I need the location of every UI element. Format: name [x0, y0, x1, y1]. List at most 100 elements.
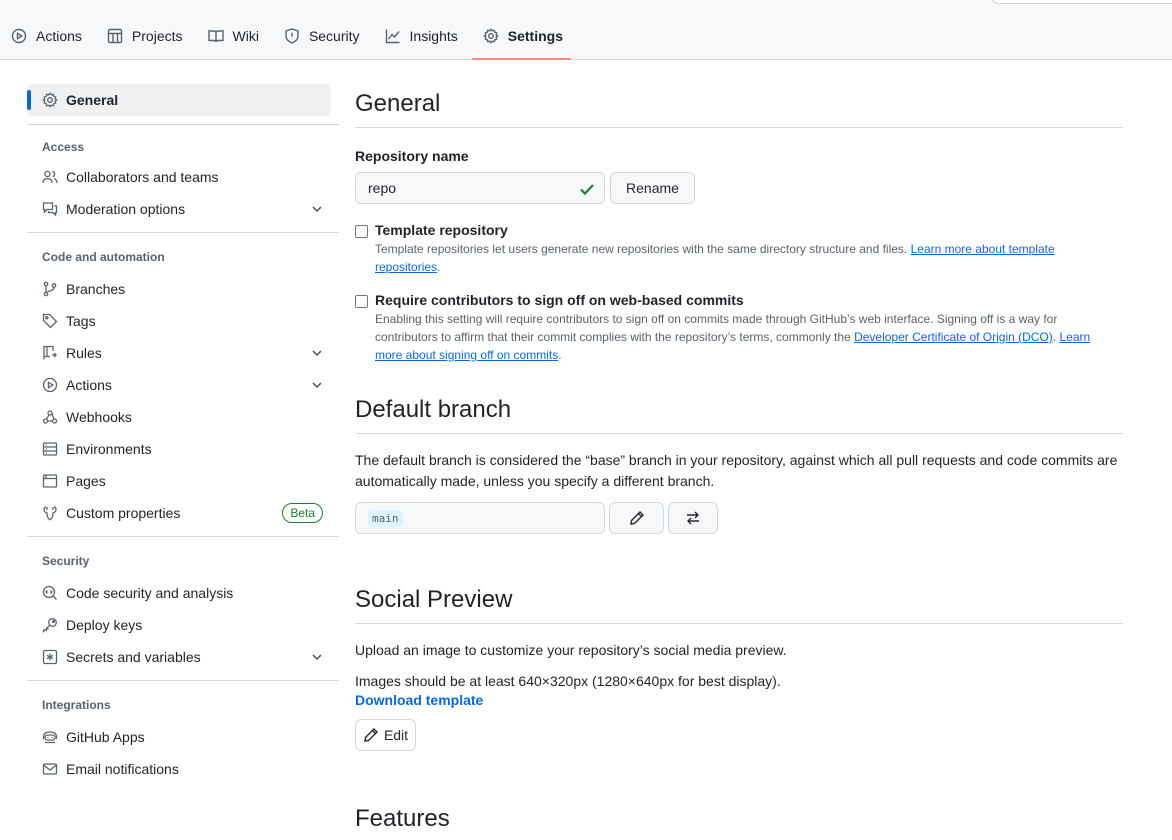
sidebar-item-secrets[interactable]: Secrets and variables [27, 641, 339, 673]
social-preview-line2: Images should be at least 640×320px (128… [355, 673, 781, 689]
sidebar-item-email-notifications[interactable]: Email notifications [27, 753, 339, 785]
edit-branch-button[interactable] [609, 502, 664, 534]
sidebar-item-label: Pages [66, 473, 106, 489]
sidebar-item-actions[interactable]: Actions [27, 369, 339, 401]
chevron-down-icon [312, 350, 322, 357]
sidebar-item-label: Secrets and variables [66, 649, 201, 665]
dco-link[interactable]: Developer Certificate of Origin (DCO) [854, 330, 1053, 344]
tab-settings[interactable]: Settings [471, 17, 572, 60]
browser-icon [42, 474, 58, 488]
sidebar-heading-security: Security [42, 554, 90, 568]
signoff-option: Require contributors to sign off on web-… [355, 292, 1123, 364]
tab-security[interactable]: Security [273, 17, 368, 55]
play-icon [11, 28, 27, 44]
server-icon [42, 442, 58, 456]
tab-label: Projects [131, 28, 183, 44]
sidebar-divider [27, 536, 339, 537]
check-icon [580, 184, 594, 196]
note-icon [43, 506, 57, 521]
settings-sidebar: General Access Collaborators and teams M… [27, 84, 339, 785]
sidebar-item-label: Webhooks [66, 409, 132, 425]
tab-projects[interactable]: Projects [96, 17, 191, 55]
sidebar-item-environments[interactable]: Environments [27, 433, 339, 465]
edit-social-preview-button[interactable]: Edit [355, 719, 416, 751]
gear-icon [482, 28, 499, 44]
book-icon [207, 30, 224, 43]
sidebar-item-label: Actions [66, 377, 112, 393]
sidebar-item-collaborators[interactable]: Collaborators and teams [27, 161, 339, 193]
sidebar-item-moderation[interactable]: Moderation options [27, 193, 339, 225]
sidebar-item-label: Code security and analysis [66, 585, 234, 601]
switch-branch-button[interactable] [668, 502, 718, 534]
edit-button-label: Edit [383, 727, 409, 743]
sidebar-item-branches[interactable]: Branches [27, 273, 339, 305]
signoff-note: Enabling this setting will require contr… [375, 312, 1091, 362]
template-repo-checkbox[interactable] [355, 225, 368, 238]
tab-label: Wiki [232, 28, 259, 44]
codescan-icon [42, 585, 57, 600]
key-icon [42, 618, 57, 633]
sidebar-heading-access: Access [42, 140, 85, 154]
repo-name-label: Repository name [355, 148, 469, 164]
sidebar-divider [27, 124, 339, 125]
sidebar-item-label: Email notifications [66, 761, 179, 777]
default-branch-row: main [355, 502, 1123, 534]
hubot-icon [42, 731, 58, 744]
chevron-down-icon [312, 382, 322, 389]
sidebar-item-rules[interactable]: Rules [27, 337, 339, 369]
play-icon [42, 377, 58, 393]
sidebar-item-custom-properties[interactable]: Custom properties Beta [27, 497, 339, 529]
signoff-checkbox[interactable] [355, 295, 368, 308]
template-repo-note: Template repositories let users generate… [375, 242, 1055, 274]
default-branch-field: main [355, 502, 605, 534]
sidebar-item-pages[interactable]: Pages [27, 465, 339, 497]
social-preview-heading: Social Preview [355, 580, 1123, 624]
shield-icon [285, 28, 299, 44]
sidebar-item-github-apps[interactable]: GitHub Apps [27, 721, 339, 753]
sidebar-item-webhooks[interactable]: Webhooks [27, 401, 339, 433]
people-icon [42, 170, 58, 184]
sidebar-item-general[interactable]: General [27, 84, 331, 116]
chevron-down-icon [312, 206, 322, 213]
sidebar-item-label: Moderation options [66, 201, 186, 217]
sidebar-item-label: Branches [66, 281, 126, 297]
repo-tabs: Actions Projects Wiki Security Insights … [0, 17, 577, 60]
signoff-label: Require contributors to sign off on web-… [375, 292, 744, 308]
sidebar-divider [27, 232, 339, 233]
comment-discussion-icon [42, 202, 58, 217]
template-note-text: Template repositories let users generate… [375, 242, 908, 256]
branch-name-chip: main [368, 509, 403, 527]
repo-name-input[interactable]: repo [355, 172, 605, 204]
tab-wiki[interactable]: Wiki [197, 17, 267, 55]
repo-nav-bar: Actions Projects Wiki Security Insights … [0, 0, 1172, 60]
tab-label: Settings [507, 28, 563, 44]
features-heading: Features [355, 799, 1123, 840]
tab-label: Insights [409, 28, 458, 44]
sidebar-item-label: Environments [66, 441, 152, 457]
chevron-down-icon [312, 654, 322, 661]
tag-icon [42, 313, 58, 329]
search-box-edge[interactable] [992, 0, 1172, 4]
tab-actions[interactable]: Actions [0, 17, 90, 55]
default-branch-description: The default branch is considered the “ba… [355, 452, 1118, 489]
tab-label: Security [308, 28, 360, 44]
sidebar-item-tags[interactable]: Tags [27, 305, 339, 337]
sidebar-item-label: Tags [66, 313, 96, 329]
repo-rules-icon [43, 345, 57, 360]
rename-button[interactable]: Rename [610, 172, 695, 204]
sidebar-item-deploy-keys[interactable]: Deploy keys [27, 609, 339, 641]
sidebar-item-code-security[interactable]: Code security and analysis [27, 577, 339, 609]
repo-name-value: repo [368, 180, 397, 196]
settings-main: General Repository name repo Rename Temp… [355, 84, 1123, 840]
git-branch-icon [43, 281, 57, 297]
tab-insights[interactable]: Insights [374, 17, 466, 55]
default-branch-heading: Default branch [355, 390, 1123, 434]
download-template-link[interactable]: Download template [355, 692, 1123, 708]
sidebar-item-label: Custom properties [66, 505, 181, 521]
beta-badge: Beta [282, 503, 323, 523]
sidebar-item-label: Rules [66, 345, 102, 361]
mail-icon [42, 763, 58, 775]
tab-label: Actions [36, 28, 82, 44]
gear-icon [42, 92, 58, 108]
general-heading: General [355, 84, 1123, 128]
